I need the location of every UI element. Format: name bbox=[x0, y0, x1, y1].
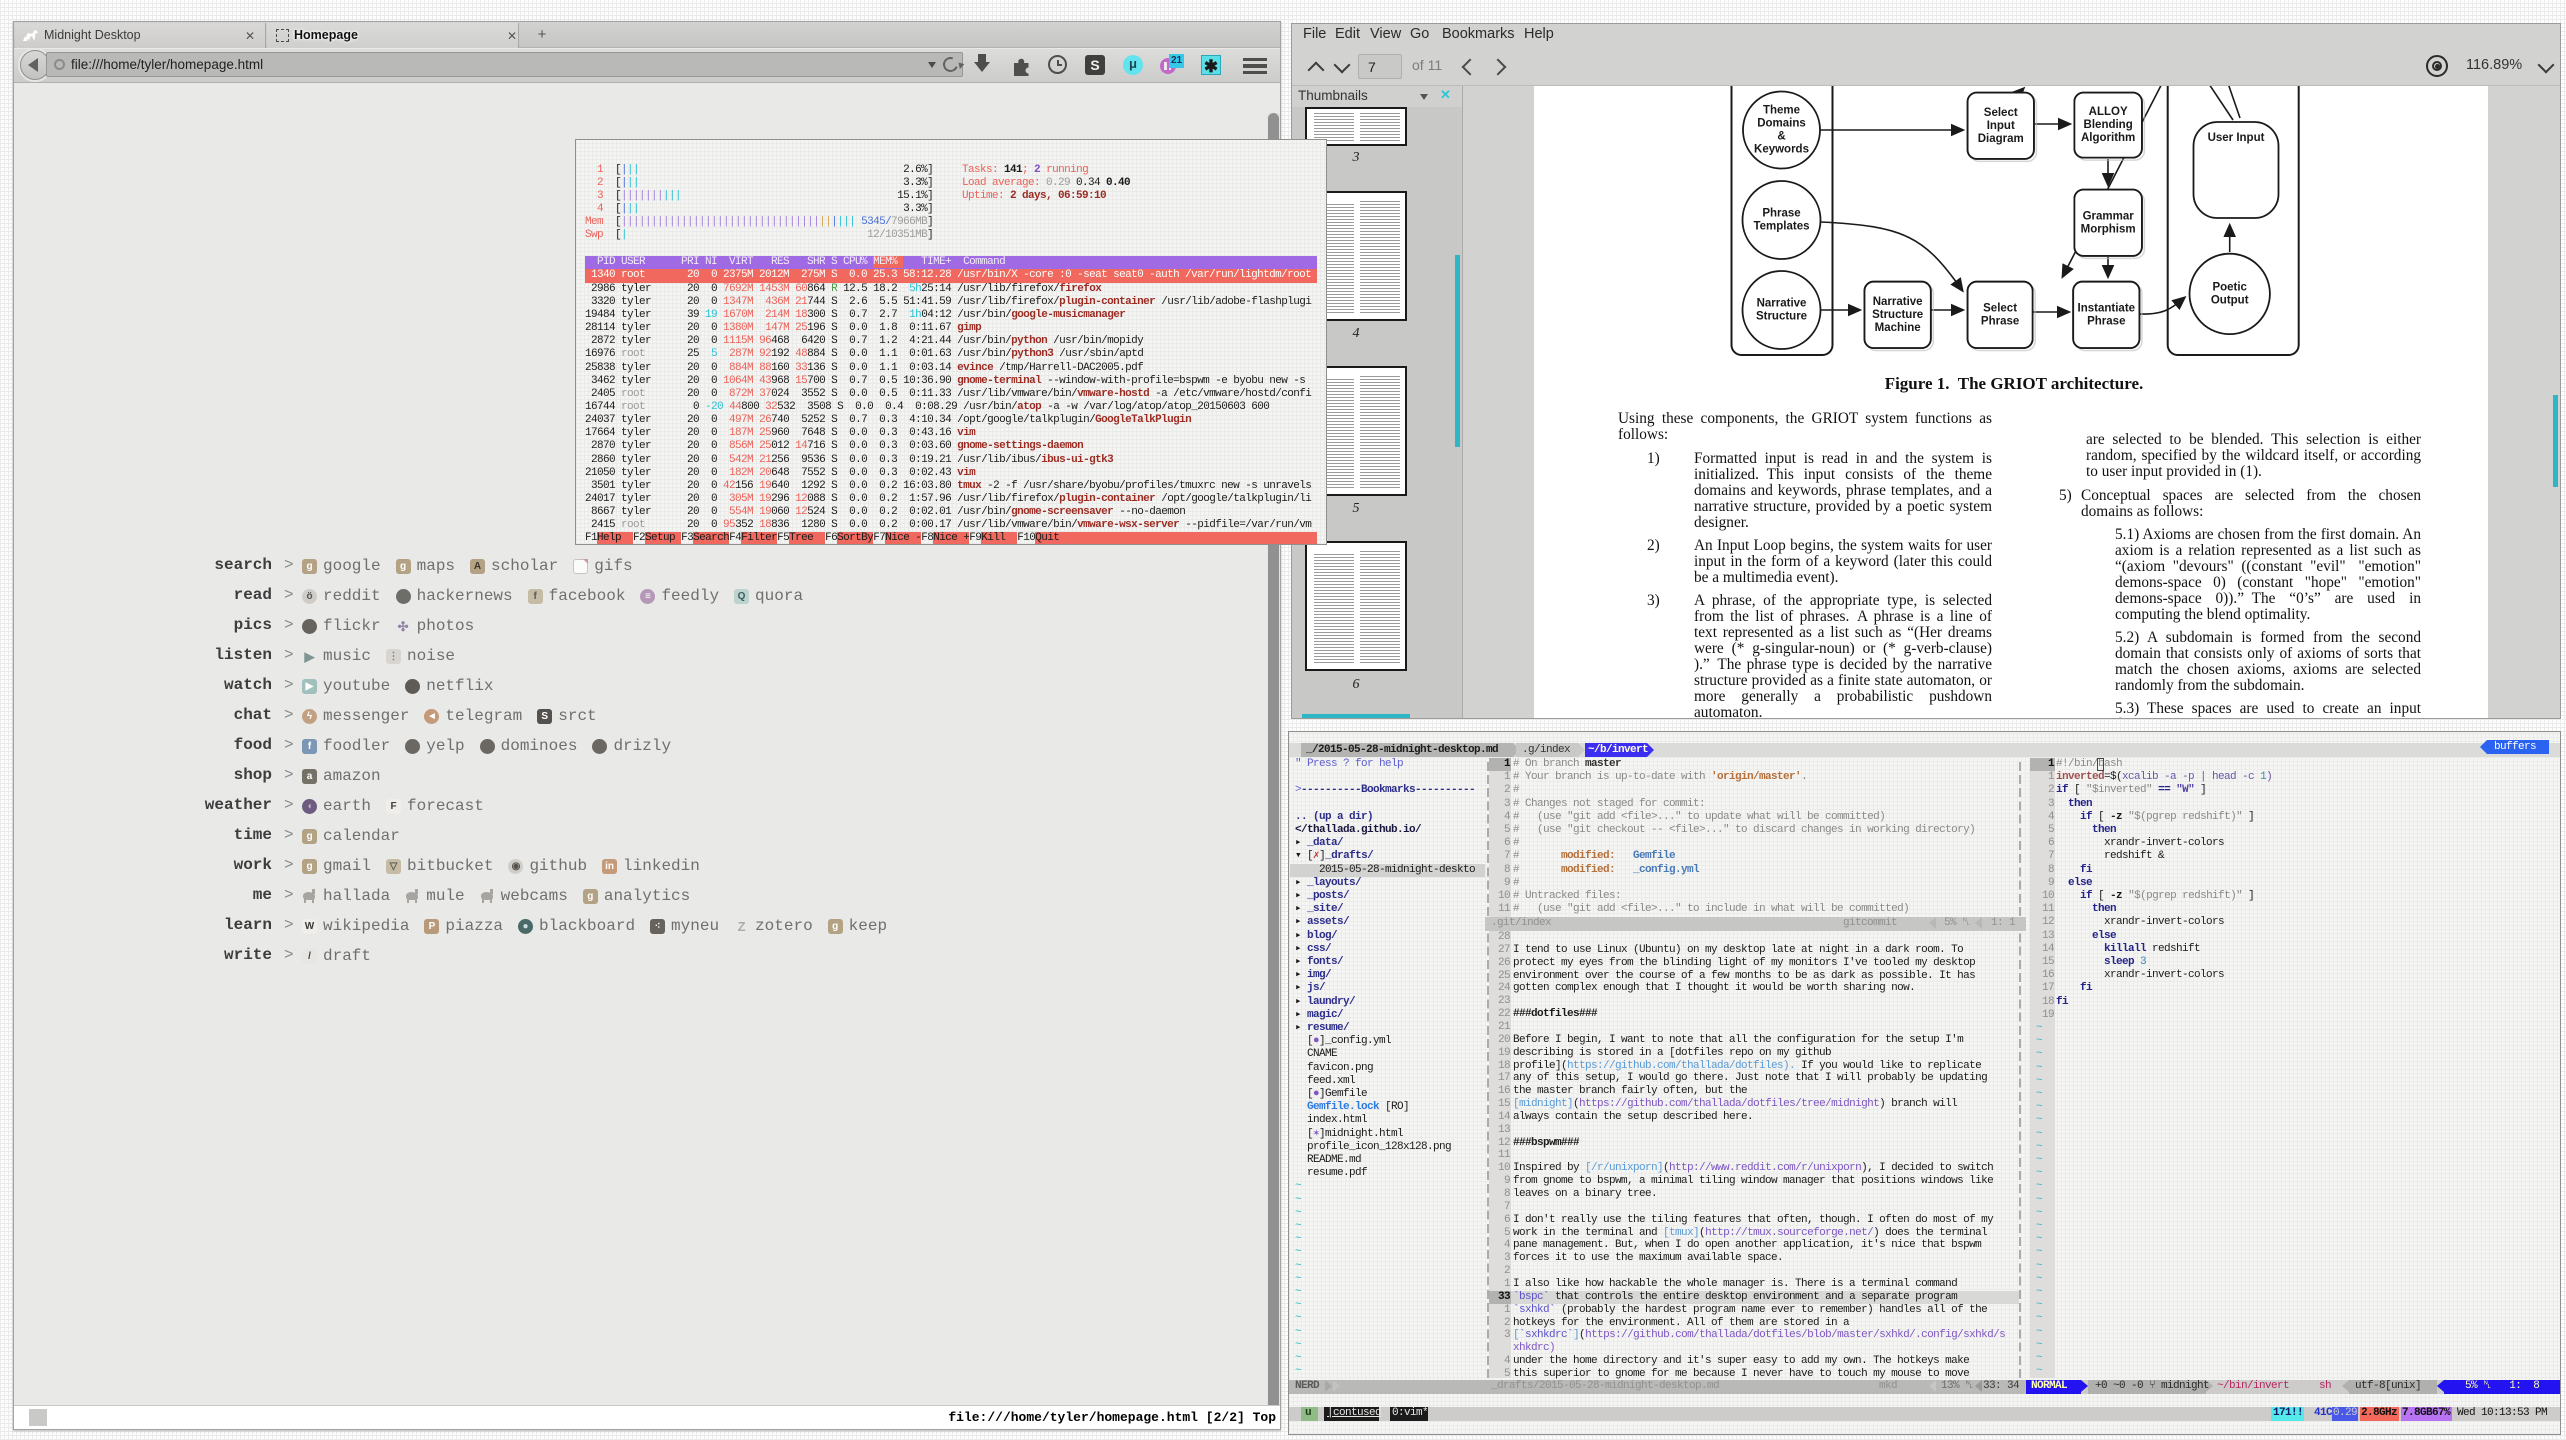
svg-text:Grammar: Grammar bbox=[2083, 210, 2135, 222]
svg-text:Theme: Theme bbox=[1763, 105, 1800, 117]
svg-text:User Input: User Input bbox=[2208, 132, 2265, 144]
svg-text:Algorithm: Algorithm bbox=[2081, 132, 2135, 144]
svg-text:Select: Select bbox=[1983, 302, 2017, 314]
svg-text:Phrase: Phrase bbox=[2087, 315, 2125, 327]
svg-text:&: & bbox=[1777, 131, 1785, 143]
svg-text:ALLOY: ALLOY bbox=[2089, 106, 2128, 118]
svg-text:Select: Select bbox=[1984, 107, 2018, 119]
svg-text:Morphism: Morphism bbox=[2081, 223, 2136, 235]
svg-text:Structure: Structure bbox=[1872, 309, 1923, 321]
svg-text:Machine: Machine bbox=[1875, 322, 1921, 334]
svg-text:Structure: Structure bbox=[1756, 311, 1807, 323]
svg-text:Templates: Templates bbox=[1753, 221, 1809, 233]
svg-text:Diagram: Diagram bbox=[1978, 133, 2024, 145]
svg-text:Narrative: Narrative bbox=[1757, 298, 1807, 310]
svg-text:Phrase: Phrase bbox=[1981, 315, 2019, 327]
svg-text:Keywords: Keywords bbox=[1754, 144, 1809, 156]
svg-text:Domains: Domains bbox=[1757, 118, 1806, 130]
svg-text:Output: Output bbox=[2211, 294, 2249, 306]
svg-text:Phrase: Phrase bbox=[1762, 208, 1800, 220]
svg-text:Narrative: Narrative bbox=[1873, 296, 1923, 308]
svg-text:Poetic: Poetic bbox=[2212, 281, 2247, 293]
svg-text:Input: Input bbox=[1987, 120, 2015, 132]
svg-text:Blending: Blending bbox=[2084, 119, 2133, 131]
svg-text:Instantiate: Instantiate bbox=[2078, 302, 2136, 314]
